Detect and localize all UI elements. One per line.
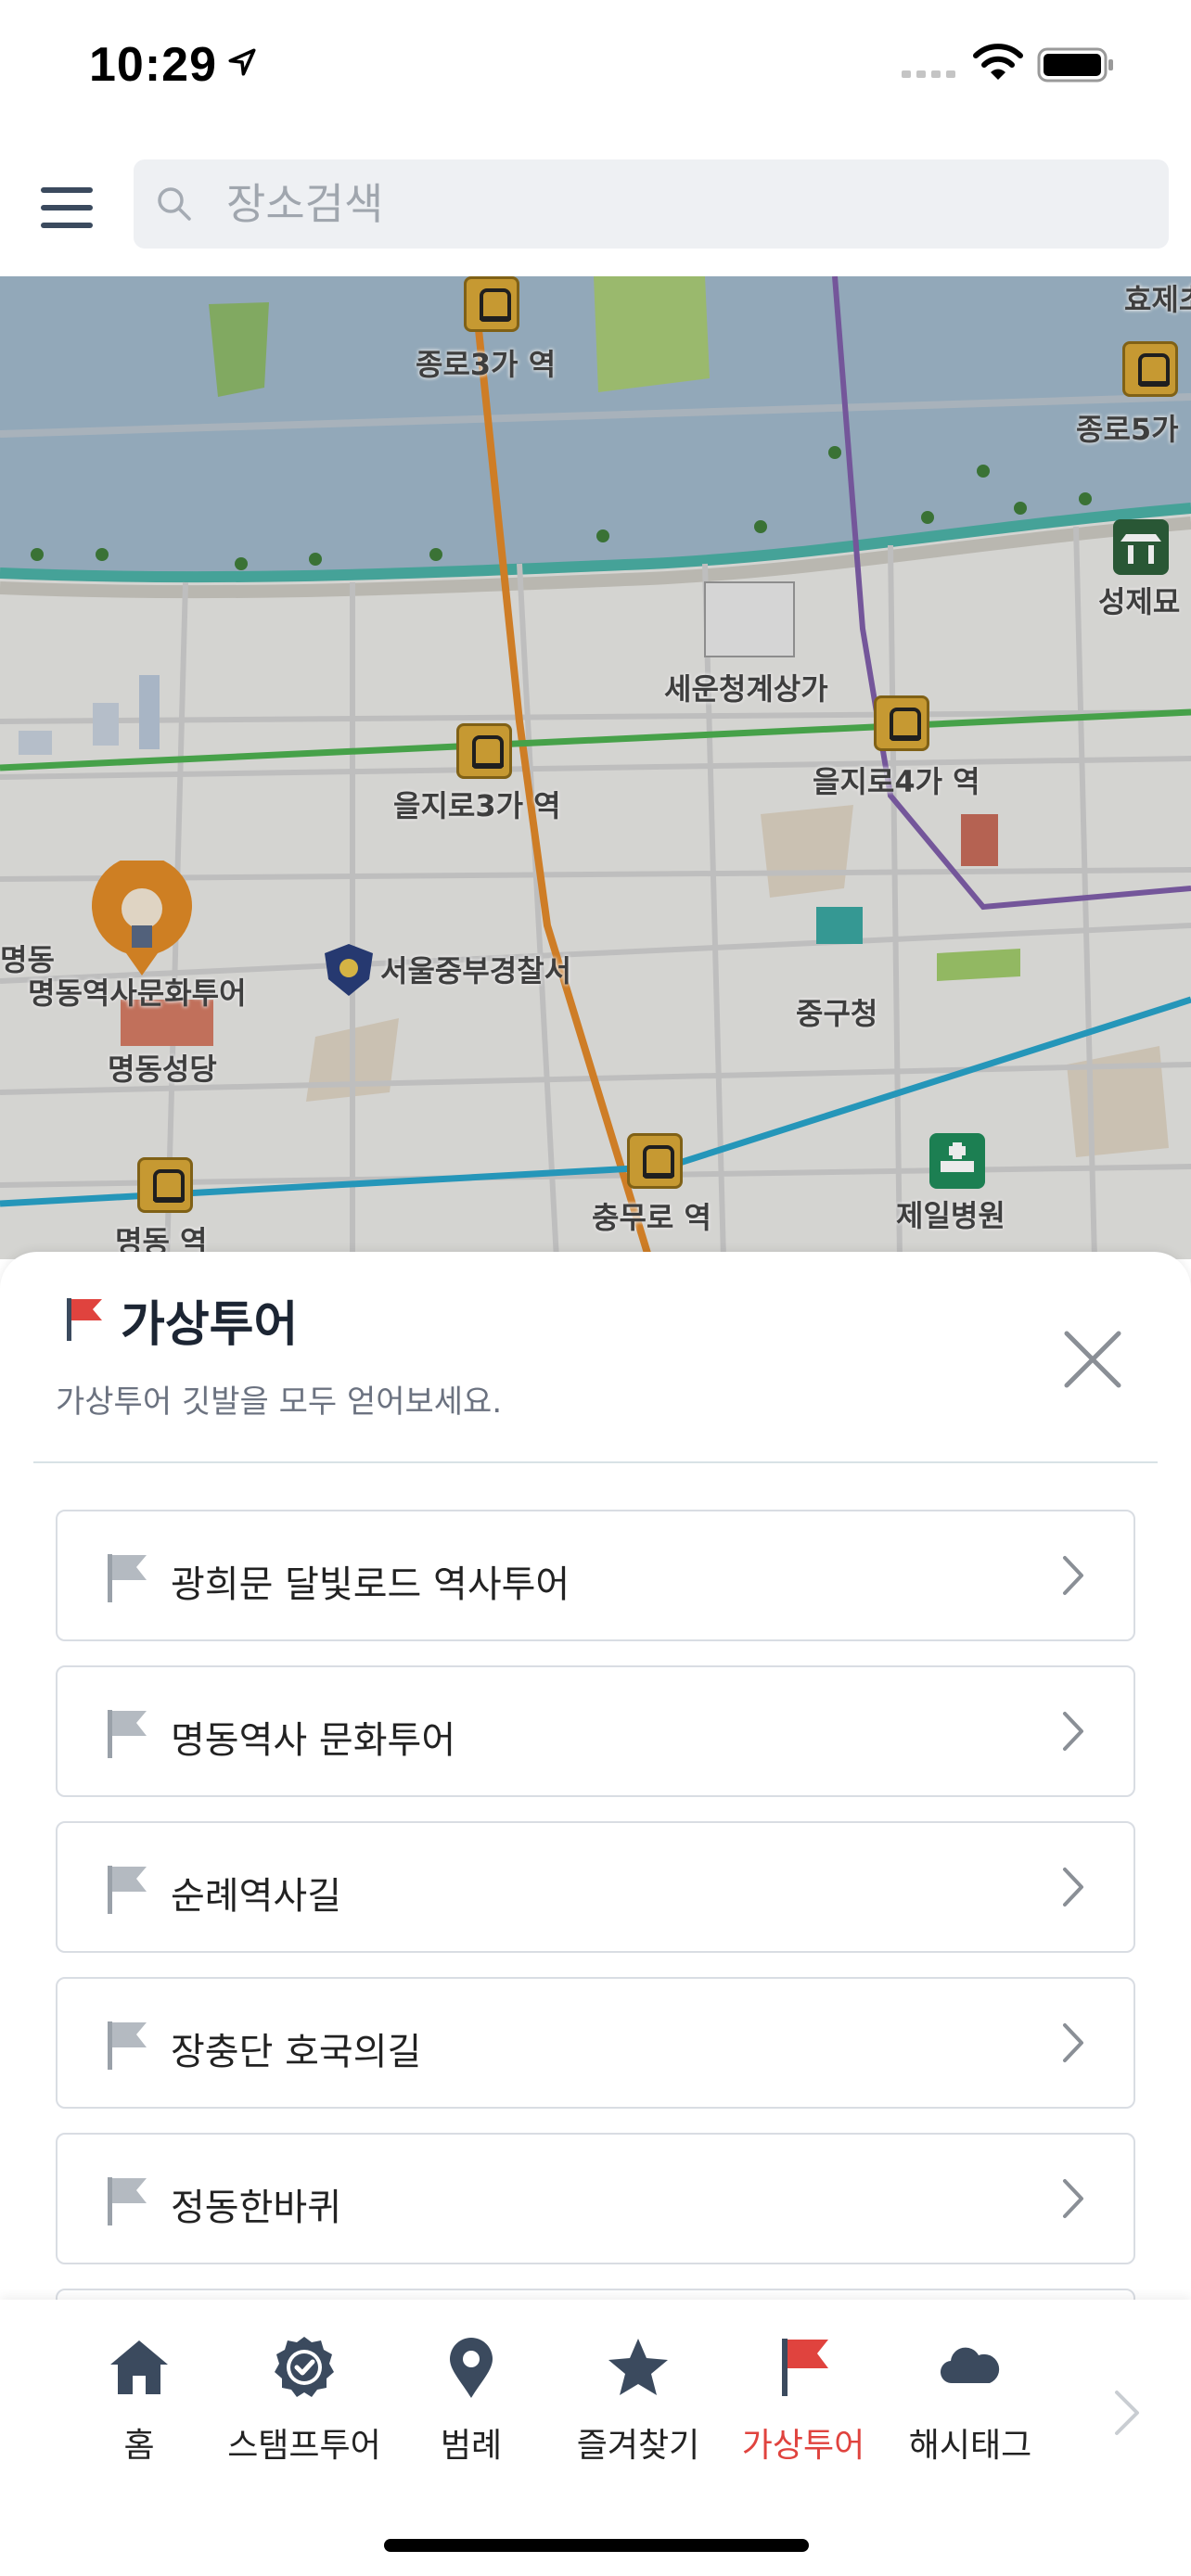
chevron-right-icon[interactable] bbox=[1109, 2385, 1146, 2441]
home-icon bbox=[110, 2340, 168, 2394]
hamburger-menu-icon[interactable] bbox=[37, 178, 96, 237]
battery-icon bbox=[1037, 47, 1113, 83]
subway-station-icon[interactable] bbox=[464, 276, 519, 332]
flag-icon bbox=[782, 2339, 828, 2396]
home-indicator bbox=[384, 2539, 809, 2552]
map-pin-icon bbox=[450, 2338, 493, 2398]
map-label: 효제초 bbox=[1124, 282, 1191, 317]
map-label: 종로5가 bbox=[1076, 412, 1179, 447]
tab-bar: 홈 스탬프투어 범례 즐겨찾기 가상투어 해시태그 bbox=[0, 2300, 1191, 2576]
chevron-right-icon bbox=[1063, 2179, 1083, 2218]
cloud-icon bbox=[940, 2347, 1000, 2384]
status-time: 10:29 bbox=[89, 38, 217, 92]
search-input[interactable] bbox=[226, 159, 1135, 249]
map-label: 세운청계상가 bbox=[664, 671, 828, 707]
flag-icon bbox=[108, 1866, 147, 1914]
tab-virtual-tour[interactable]: 가상투어 bbox=[720, 2335, 887, 2483]
tab-label: 즐겨찾기 bbox=[576, 2427, 700, 2465]
map-view[interactable]: 종로3가 역 효제초 종로5가 성제묘 세운청계상가 을지로3가 역 을지로4가… bbox=[0, 276, 1191, 1259]
chevron-right-icon bbox=[1063, 2023, 1083, 2062]
map-background bbox=[0, 276, 1191, 1259]
subway-station-icon[interactable] bbox=[456, 723, 512, 779]
map-label: 성제묘 bbox=[1098, 584, 1181, 619]
subway-station-icon[interactable] bbox=[137, 1157, 193, 1213]
map-label: 명동성당 bbox=[108, 1052, 217, 1087]
tour-label: 장충단 호국의길 bbox=[171, 2031, 422, 2073]
tab-legend[interactable]: 범례 bbox=[388, 2335, 555, 2483]
map-label: 제일병원 bbox=[896, 1198, 1005, 1233]
tab-stamp-tour[interactable]: 스탬프투어 bbox=[221, 2335, 388, 2483]
flag-icon bbox=[67, 1298, 102, 1341]
hospital-icon bbox=[929, 1133, 985, 1189]
tour-list-item[interactable]: 장충단 호국의길 bbox=[56, 1977, 1135, 2109]
map-label: 서울중부경찰서 bbox=[380, 953, 572, 988]
search-bar[interactable] bbox=[134, 159, 1169, 249]
map-label: 을지로4가 역 bbox=[813, 764, 980, 799]
flag-icon bbox=[108, 2177, 147, 2225]
map-label: 충무로 역 bbox=[592, 1200, 711, 1235]
tab-home[interactable]: 홈 bbox=[56, 2335, 223, 2483]
subway-station-icon[interactable] bbox=[627, 1133, 683, 1189]
divider bbox=[33, 1461, 1158, 1463]
map-label: 명동역사문화투어 bbox=[28, 976, 247, 1011]
map-label: 을지로3가 역 bbox=[393, 788, 561, 823]
chevron-right-icon bbox=[1063, 1556, 1083, 1595]
location-arrow-icon bbox=[228, 48, 256, 76]
subway-station-icon[interactable] bbox=[1122, 341, 1178, 397]
sheet-title: 가상투어 bbox=[121, 1297, 299, 1353]
flag-icon bbox=[108, 1710, 147, 1758]
stamp-badge-icon bbox=[275, 2337, 334, 2397]
sheet-subtitle: 가상투어 깃발을 모두 얻어보세요. bbox=[56, 1384, 503, 1421]
tour-label: 정동한바퀴 bbox=[171, 2187, 341, 2229]
tour-list-item[interactable]: 정동한바퀴 bbox=[56, 2133, 1135, 2264]
tab-label: 스탬프투어 bbox=[227, 2427, 381, 2465]
virtual-tour-sheet: 가상투어 가상투어 깃발을 모두 얻어보세요. 광희문 달빛로드 역사투어 명동… bbox=[0, 1252, 1191, 2420]
tour-label: 순례역사길 bbox=[171, 1875, 341, 1918]
shrine-icon bbox=[1113, 519, 1169, 575]
tab-label: 해시태그 bbox=[908, 2427, 1032, 2465]
police-badge-icon bbox=[325, 944, 373, 996]
flag-icon bbox=[108, 2021, 147, 2070]
tab-hashtag[interactable]: 해시태그 bbox=[887, 2335, 1054, 2483]
tour-label: 명동역사 문화투어 bbox=[171, 1719, 456, 1762]
tab-label: 범례 bbox=[440, 2427, 503, 2465]
tour-list-item[interactable]: 명동역사 문화투어 bbox=[56, 1665, 1135, 1797]
wifi-icon bbox=[973, 44, 1023, 80]
tour-label: 광희문 달빛로드 역사투어 bbox=[171, 1563, 570, 1606]
map-label: 중구청 bbox=[796, 996, 878, 1031]
tour-list-item[interactable]: 광희문 달빛로드 역사투어 bbox=[56, 1510, 1135, 1641]
map-label: 종로3가 역 bbox=[416, 347, 557, 382]
close-icon[interactable] bbox=[1056, 1322, 1130, 1396]
search-icon bbox=[158, 187, 191, 221]
star-icon bbox=[608, 2339, 668, 2395]
tab-label: 홈 bbox=[123, 2427, 155, 2465]
tab-favorites[interactable]: 즐겨찾기 bbox=[555, 2335, 722, 2483]
tab-label: 가상투어 bbox=[741, 2427, 865, 2465]
cellular-signal-icon bbox=[902, 70, 955, 78]
subway-station-icon[interactable] bbox=[874, 695, 929, 751]
flag-icon bbox=[108, 1554, 147, 1602]
chevron-right-icon bbox=[1063, 1712, 1083, 1751]
tour-list-item[interactable]: 순례역사길 bbox=[56, 1821, 1135, 1953]
search-header bbox=[0, 137, 1191, 276]
tour-marker-icon[interactable] bbox=[89, 861, 195, 981]
chevron-right-icon bbox=[1063, 1868, 1083, 1906]
status-bar: 10:29 bbox=[0, 0, 1191, 137]
